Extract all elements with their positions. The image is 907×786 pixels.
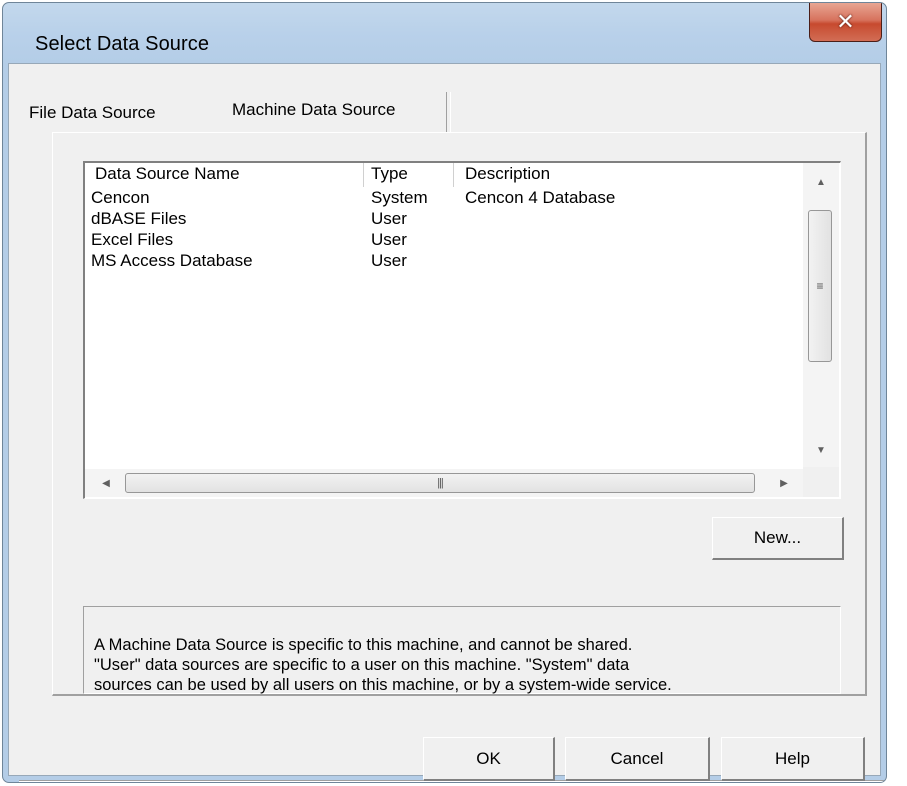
new-button[interactable]: New... [712,517,844,560]
info-line: A Machine Data Source is specific to thi… [94,636,633,654]
list-item[interactable]: MS Access Database User [85,250,795,271]
info-line: sources can be used by all users on this… [94,676,672,694]
column-separator[interactable] [453,163,454,187]
column-header-description[interactable]: Description [465,163,550,185]
help-button[interactable]: Help [721,737,865,781]
data-source-list[interactable]: Data Source Name Type Description Cencon… [83,161,841,499]
close-button[interactable]: ✕ [809,3,882,42]
vertical-scroll-thumb[interactable]: ≡ [808,210,832,362]
title-bar[interactable]: Select Data Source ✕ [3,3,886,61]
list-item[interactable]: Excel Files User [85,229,795,250]
left-arrow-icon[interactable]: ◀ [91,469,121,497]
list-item-type: System [371,188,428,207]
list-item-name: Cencon [91,188,150,207]
cancel-button[interactable]: Cancel [565,737,710,781]
tab-file-data-source[interactable]: File Data Source [29,103,156,123]
column-header-name[interactable]: Data Source Name [95,163,240,185]
right-arrow-icon[interactable]: ▶ [769,469,799,497]
info-text-box: A Machine Data Source is specific to thi… [83,606,841,694]
list-item-type: User [371,251,407,270]
tab-machine-data-source[interactable]: Machine Data Source [232,100,395,120]
list-item-name: dBASE Files [91,209,187,228]
info-line: "User" data sources are specific to a us… [94,656,630,674]
list-item[interactable]: dBASE Files User [85,208,795,229]
down-arrow-icon[interactable]: ▼ [803,435,839,465]
scrollbar-corner [803,467,839,497]
list-item-name: MS Access Database [91,251,253,270]
dialog-window: Select Data Source ✕ File Data Source Ma… [2,2,887,783]
list-item-type: User [371,230,407,249]
dialog-body: File Data Source Machine Data Source Dat… [8,63,885,782]
vertical-scrollbar[interactable]: ▲ ≡ ▼ [803,163,839,467]
column-separator[interactable] [363,163,364,187]
horizontal-scroll-thumb[interactable]: ||| [125,473,755,493]
list-item[interactable]: Cencon System Cencon 4 Database [85,187,795,208]
up-arrow-icon[interactable]: ▲ [803,167,839,197]
window-title: Select Data Source [35,33,210,55]
tab-border [446,92,451,133]
list-item-description: Cencon 4 Database [465,188,616,207]
horizontal-scrollbar[interactable]: ◀ ||| ▶ [85,469,803,497]
list-item-name: Excel Files [91,230,174,249]
close-icon: ✕ [836,9,855,34]
list-header: Data Source Name Type Description [85,163,795,187]
list-item-type: User [371,209,407,228]
ok-button[interactable]: OK [423,737,555,781]
column-header-type[interactable]: Type [371,163,408,185]
